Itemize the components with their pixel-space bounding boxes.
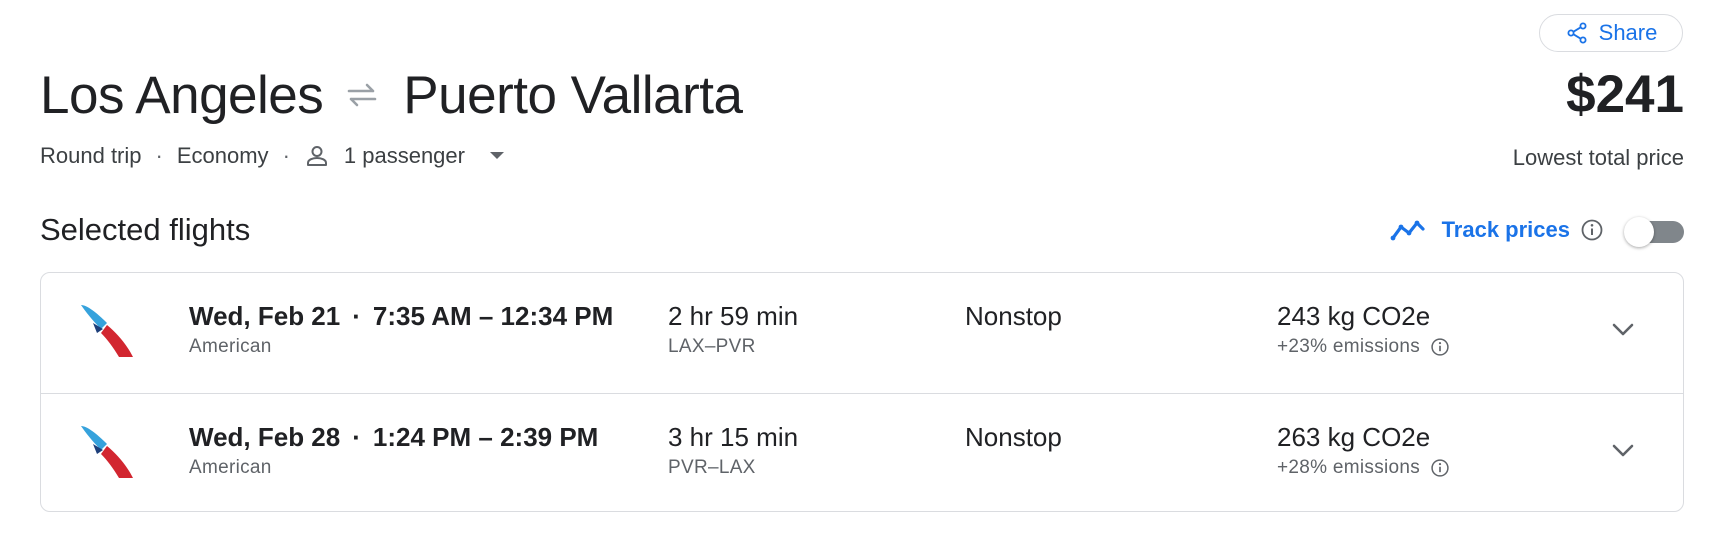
chevron-down-icon[interactable] bbox=[1609, 440, 1637, 460]
share-label: Share bbox=[1598, 20, 1658, 45]
lowest-price: $241 bbox=[1566, 65, 1684, 124]
flight-date: Wed, Feb 21 bbox=[189, 301, 341, 331]
flight-times: Wed, Feb 28 · 1:24 PM – 2:39 PM American bbox=[189, 420, 598, 479]
separator-dot: · bbox=[282, 143, 290, 168]
passenger-count: 1 passenger bbox=[343, 143, 465, 168]
duration-value: 2 hr 59 min bbox=[668, 301, 799, 331]
airport-route: PVR–LAX bbox=[668, 457, 756, 478]
flight-row[interactable]: Wed, Feb 28 · 1:24 PM – 2:39 PM American 3… bbox=[41, 393, 1683, 513]
flight-duration: 3 hr 15 min PVR–LAX bbox=[668, 420, 798, 479]
selected-flights-list: Wed, Feb 21 · 7:35 AM – 12:34 PM American … bbox=[40, 272, 1684, 512]
airline-name: American bbox=[189, 336, 272, 357]
stops-value: Nonstop bbox=[965, 301, 1062, 331]
flight-time-range: 7:35 AM – 12:34 PM bbox=[372, 301, 614, 331]
flight-date: Wed, Feb 28 bbox=[189, 422, 341, 452]
separator-dot: · bbox=[352, 301, 361, 331]
american-airlines-logo bbox=[81, 305, 133, 357]
chevron-down-icon[interactable] bbox=[1609, 319, 1637, 339]
flight-time-range: 1:24 PM – 2:39 PM bbox=[372, 422, 599, 452]
american-airlines-logo bbox=[81, 426, 133, 478]
duration-value: 3 hr 15 min bbox=[668, 422, 799, 452]
info-icon[interactable] bbox=[1580, 218, 1604, 242]
passenger-selector[interactable]: 1 passenger bbox=[304, 143, 505, 169]
flight-emissions: 243 kg CO2e +23% emissions bbox=[1277, 299, 1450, 358]
flight-stops: Nonstop bbox=[965, 420, 1062, 454]
trending-icon bbox=[1390, 220, 1425, 241]
track-prices: Track prices bbox=[1390, 213, 1684, 247]
share-button[interactable]: Share bbox=[1539, 14, 1683, 52]
track-prices-label[interactable]: Track prices bbox=[1442, 217, 1570, 243]
caret-down-icon bbox=[489, 152, 504, 159]
trip-type: Round trip bbox=[40, 143, 142, 168]
emissions-value: 243 kg CO2e bbox=[1277, 301, 1431, 331]
cabin-class: Economy bbox=[176, 143, 269, 168]
lowest-price-label: Lowest total price bbox=[1512, 145, 1684, 170]
flight-times: Wed, Feb 21 · 7:35 AM – 12:34 PM American bbox=[189, 299, 613, 358]
emissions-value: 263 kg CO2e bbox=[1277, 422, 1431, 452]
trip-details: Round trip · Economy · 1 passenger bbox=[40, 143, 505, 169]
page-title: Los Angeles Puerto Vallarta bbox=[40, 62, 743, 128]
origin-city: Los Angeles bbox=[40, 65, 324, 125]
flight-duration: 2 hr 59 min LAX–PVR bbox=[668, 299, 798, 358]
airport-route: LAX–PVR bbox=[668, 336, 756, 357]
airline-name: American bbox=[189, 457, 272, 478]
destination-city: Puerto Vallarta bbox=[403, 65, 743, 125]
flight-emissions: 263 kg CO2e +28% emissions bbox=[1277, 420, 1450, 479]
separator-dot: · bbox=[352, 422, 361, 452]
toggle-knob bbox=[1624, 217, 1654, 247]
swap-arrows-icon bbox=[347, 83, 377, 107]
share-icon bbox=[1567, 22, 1587, 44]
emissions-delta: +23% emissions bbox=[1277, 336, 1421, 357]
stops-value: Nonstop bbox=[965, 422, 1062, 452]
flight-row[interactable]: Wed, Feb 21 · 7:35 AM – 12:34 PM American … bbox=[41, 273, 1683, 392]
info-icon[interactable] bbox=[1430, 337, 1450, 357]
person-icon bbox=[306, 146, 327, 166]
flight-stops: Nonstop bbox=[965, 299, 1062, 333]
separator-dot: · bbox=[155, 143, 163, 168]
info-icon[interactable] bbox=[1430, 458, 1450, 478]
emissions-delta: +28% emissions bbox=[1277, 457, 1421, 478]
section-title: Selected flights bbox=[40, 212, 251, 247]
track-prices-toggle[interactable] bbox=[1624, 217, 1684, 247]
